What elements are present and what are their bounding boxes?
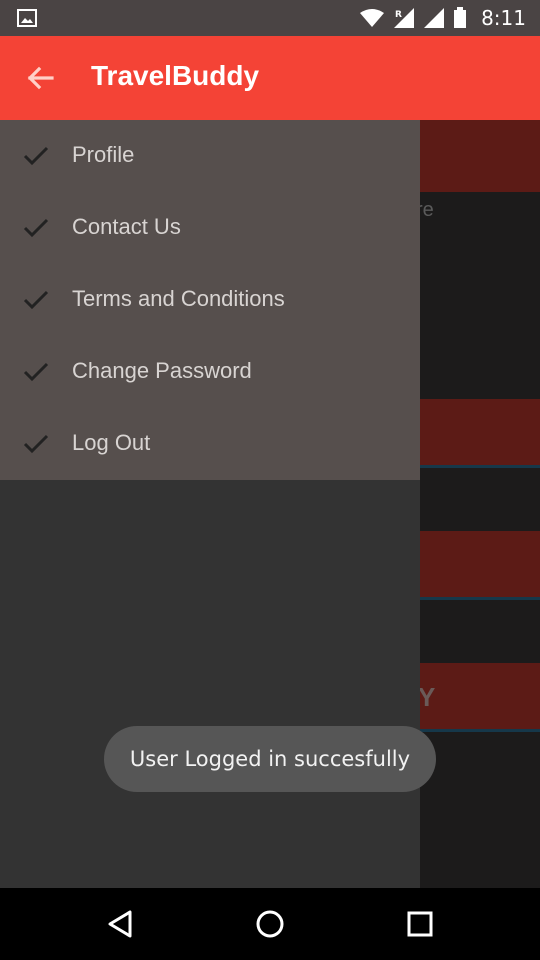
- signal-roaming-icon: R: [394, 8, 415, 28]
- check-icon: [23, 146, 49, 166]
- drawer-item-profile[interactable]: Profile: [0, 120, 420, 192]
- check-icon: [23, 434, 49, 454]
- app-title: TravelBuddy: [91, 60, 260, 91]
- arrow-back-icon[interactable]: [20, 58, 60, 98]
- battery-icon: [454, 7, 467, 28]
- recents-square-icon[interactable]: [400, 906, 440, 942]
- status-bar: R 8:11: [0, 0, 540, 36]
- check-icon: [23, 362, 49, 382]
- signal-icon: [424, 8, 445, 28]
- drawer-item-label: Contact Us: [72, 214, 181, 239]
- system-nav-bar: [0, 888, 540, 960]
- status-time: 8:11: [481, 6, 526, 30]
- home-circle-icon[interactable]: [250, 906, 290, 942]
- svg-text:R: R: [395, 10, 402, 20]
- app-bar: TravelBuddy: [0, 36, 540, 120]
- drawer-item-label: Terms and Conditions: [72, 286, 285, 311]
- drawer-item-label: Profile: [72, 142, 135, 167]
- drawer-item-contact-us[interactable]: Contact Us: [0, 192, 420, 264]
- drawer-item-terms[interactable]: Terms and Conditions: [0, 264, 420, 336]
- gallery-icon: [17, 9, 37, 27]
- drawer-item-log-out[interactable]: Log Out: [0, 408, 420, 480]
- drawer-item-label: Change Password: [72, 358, 252, 383]
- screen: R 8:11 TravelBuddy re Y Profile Contact …: [0, 0, 540, 960]
- background-text: Y: [418, 682, 436, 712]
- drawer-item-label: Log Out: [72, 430, 151, 455]
- drawer-item-change-password[interactable]: Change Password: [0, 336, 420, 408]
- drawer-menu: Profile Contact Us Terms and Conditions …: [0, 120, 420, 480]
- back-triangle-icon[interactable]: [100, 906, 140, 942]
- check-icon: [23, 218, 49, 238]
- toast: User Logged in succesfully: [104, 726, 436, 792]
- status-icons: R 8:11: [359, 0, 526, 36]
- toast-message: User Logged in succesfully: [129, 747, 411, 771]
- check-icon: [23, 290, 49, 310]
- wifi-icon: [360, 9, 385, 27]
